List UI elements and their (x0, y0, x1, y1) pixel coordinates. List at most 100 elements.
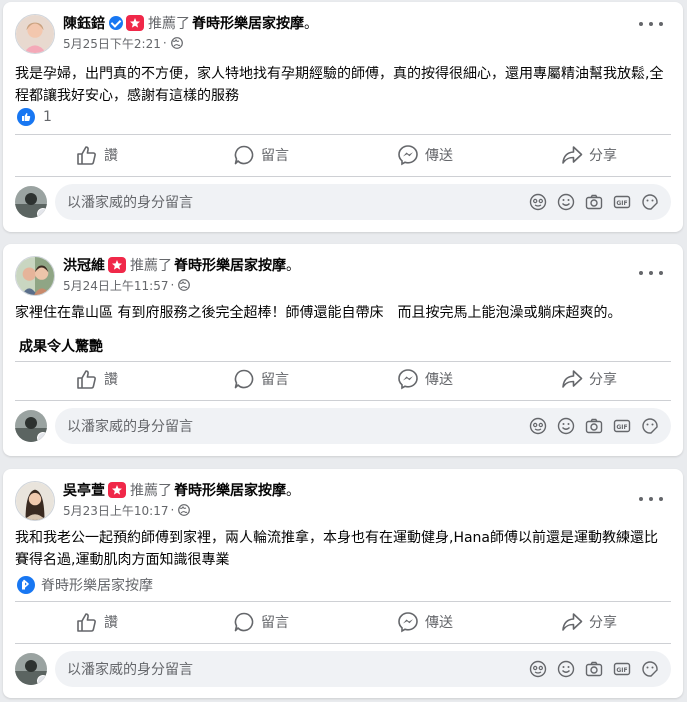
emoji-icon[interactable] (557, 660, 575, 678)
recommend-verb: 推薦了 (130, 483, 172, 499)
comment-button[interactable]: 留言 (179, 604, 343, 640)
share-arrow-icon (562, 370, 583, 388)
author-name[interactable]: 洪冠維 (63, 255, 105, 275)
comment-label: 留言 (261, 148, 289, 164)
thumbs-up-icon (77, 370, 96, 389)
avatar-sticker-icon[interactable] (529, 417, 547, 435)
recommend-verb: 推薦了 (148, 16, 190, 32)
current-user-avatar[interactable] (15, 410, 47, 442)
facebook-page-icon (17, 576, 35, 594)
post-header: 陳鈺錇 推薦了 脊時形樂居家按摩 。 (63, 13, 318, 33)
gif-icon[interactable]: GIF (613, 660, 631, 678)
post-header: 吳亭萱 推薦了 脊時形樂居家按摩 。 (63, 480, 300, 500)
meta-dot: · (170, 503, 175, 517)
emoji-icon[interactable] (557, 417, 575, 435)
globe-icon (170, 37, 183, 49)
divider (15, 643, 671, 644)
share-label: 分享 (589, 148, 617, 164)
divider (15, 134, 671, 135)
more-options-icon[interactable] (639, 263, 663, 283)
share-button[interactable]: 分享 (507, 361, 671, 397)
author-avatar[interactable] (15, 14, 55, 54)
comment-button[interactable]: 留言 (179, 361, 343, 397)
comment-composer: 以潘家威的身分留言 GIF (15, 651, 671, 687)
post-time[interactable]: 5月25日下午2:21 (63, 35, 161, 52)
comment-tools: GIF (529, 417, 659, 435)
comment-button[interactable]: 留言 (179, 137, 343, 173)
globe-icon (178, 279, 191, 291)
post-card: 吳亭萱 推薦了 脊時形樂居家按摩 。 5月23日上午10:17 · 我和我老公一… (3, 469, 683, 698)
chevron-down-icon[interactable] (37, 675, 47, 685)
gif-icon[interactable]: GIF (613, 417, 631, 435)
like-reaction-icon (17, 108, 35, 126)
camera-icon[interactable] (585, 417, 603, 435)
action-bar: 讚 留言 傳送 分享 (15, 604, 671, 640)
current-user-avatar[interactable] (15, 186, 47, 218)
like-button[interactable]: 讚 (15, 361, 179, 397)
send-label: 傳送 (425, 372, 453, 388)
author-name[interactable]: 吳亭萱 (63, 480, 105, 500)
comment-label: 留言 (261, 615, 289, 631)
comment-input[interactable]: 以潘家威的身分留言 GIF (55, 408, 671, 444)
gif-icon[interactable]: GIF (613, 193, 631, 211)
send-button[interactable]: 傳送 (343, 361, 507, 397)
comment-placeholder: 以潘家威的身分留言 (67, 195, 193, 211)
chevron-down-icon[interactable] (37, 208, 47, 218)
author-name[interactable]: 陳鈺錇 (63, 13, 105, 33)
share-label: 分享 (589, 372, 617, 388)
send-button[interactable]: 傳送 (343, 137, 507, 173)
page-link[interactable]: 脊時形樂居家按摩 (192, 13, 304, 33)
author-avatar[interactable] (15, 256, 55, 296)
author-avatar[interactable] (15, 481, 55, 521)
more-options-icon[interactable] (639, 489, 663, 509)
like-label: 讚 (104, 148, 118, 164)
comment-label: 留言 (261, 372, 289, 388)
current-user-avatar[interactable] (15, 653, 47, 685)
send-button[interactable]: 傳送 (343, 604, 507, 640)
share-label: 分享 (589, 615, 617, 631)
recommend-verb: 推薦了 (130, 258, 172, 274)
comment-placeholder: 以潘家威的身分留言 (67, 662, 193, 678)
sticker-icon[interactable] (641, 417, 659, 435)
post-text: 我和我老公一起預約師傅到家裡，兩人輪流推拿，本身也有在運動健身,Hana師傅以前… (15, 530, 659, 568)
comment-bubble-icon (234, 369, 254, 389)
svg-text:GIF: GIF (616, 200, 627, 207)
share-arrow-icon (562, 146, 583, 164)
tagged-page-name: 脊時形樂居家按摩 (41, 578, 153, 594)
post-text: 家裡住在靠山區 有到府服務之後完全超棒！師傅還能自帶床 而且按完馬上能泡澡或躺床… (15, 305, 622, 321)
recommend-icon (108, 257, 126, 273)
comment-bubble-icon (234, 612, 254, 632)
camera-icon[interactable] (585, 660, 603, 678)
messenger-icon (398, 369, 418, 390)
messenger-icon (398, 612, 418, 633)
svg-text:GIF: GIF (616, 667, 627, 674)
sticker-icon[interactable] (641, 193, 659, 211)
emoji-icon[interactable] (557, 193, 575, 211)
chevron-down-icon[interactable] (37, 432, 47, 442)
comment-tools: GIF (529, 193, 659, 211)
tagged-page[interactable]: 脊時形樂居家按摩 (17, 575, 153, 595)
post-time[interactable]: 5月24日上午11:57 (63, 277, 169, 294)
like-label: 讚 (104, 372, 118, 388)
camera-icon[interactable] (585, 193, 603, 211)
page-suffix: 。 (286, 258, 300, 274)
page-link[interactable]: 脊時形樂居家按摩 (174, 255, 286, 275)
page-link[interactable]: 脊時形樂居家按摩 (174, 480, 286, 500)
comment-input[interactable]: 以潘家威的身分留言 GIF (55, 651, 671, 687)
comment-input[interactable]: 以潘家威的身分留言 GIF (55, 184, 671, 220)
share-button[interactable]: 分享 (507, 604, 671, 640)
post-time[interactable]: 5月23日上午10:17 (63, 502, 169, 519)
like-button[interactable]: 讚 (15, 604, 179, 640)
avatar-sticker-icon[interactable] (529, 660, 547, 678)
comment-placeholder: 以潘家威的身分留言 (67, 419, 193, 435)
more-options-icon[interactable] (639, 14, 663, 34)
messenger-icon (398, 145, 418, 166)
like-label: 讚 (104, 615, 118, 631)
sticker-icon[interactable] (641, 660, 659, 678)
reaction-summary[interactable]: 1 (17, 108, 52, 126)
avatar-sticker-icon[interactable] (529, 193, 547, 211)
divider (15, 601, 671, 602)
post-highlight-text: 成果令人驚艷 (19, 339, 103, 355)
share-button[interactable]: 分享 (507, 137, 671, 173)
like-button[interactable]: 讚 (15, 137, 179, 173)
